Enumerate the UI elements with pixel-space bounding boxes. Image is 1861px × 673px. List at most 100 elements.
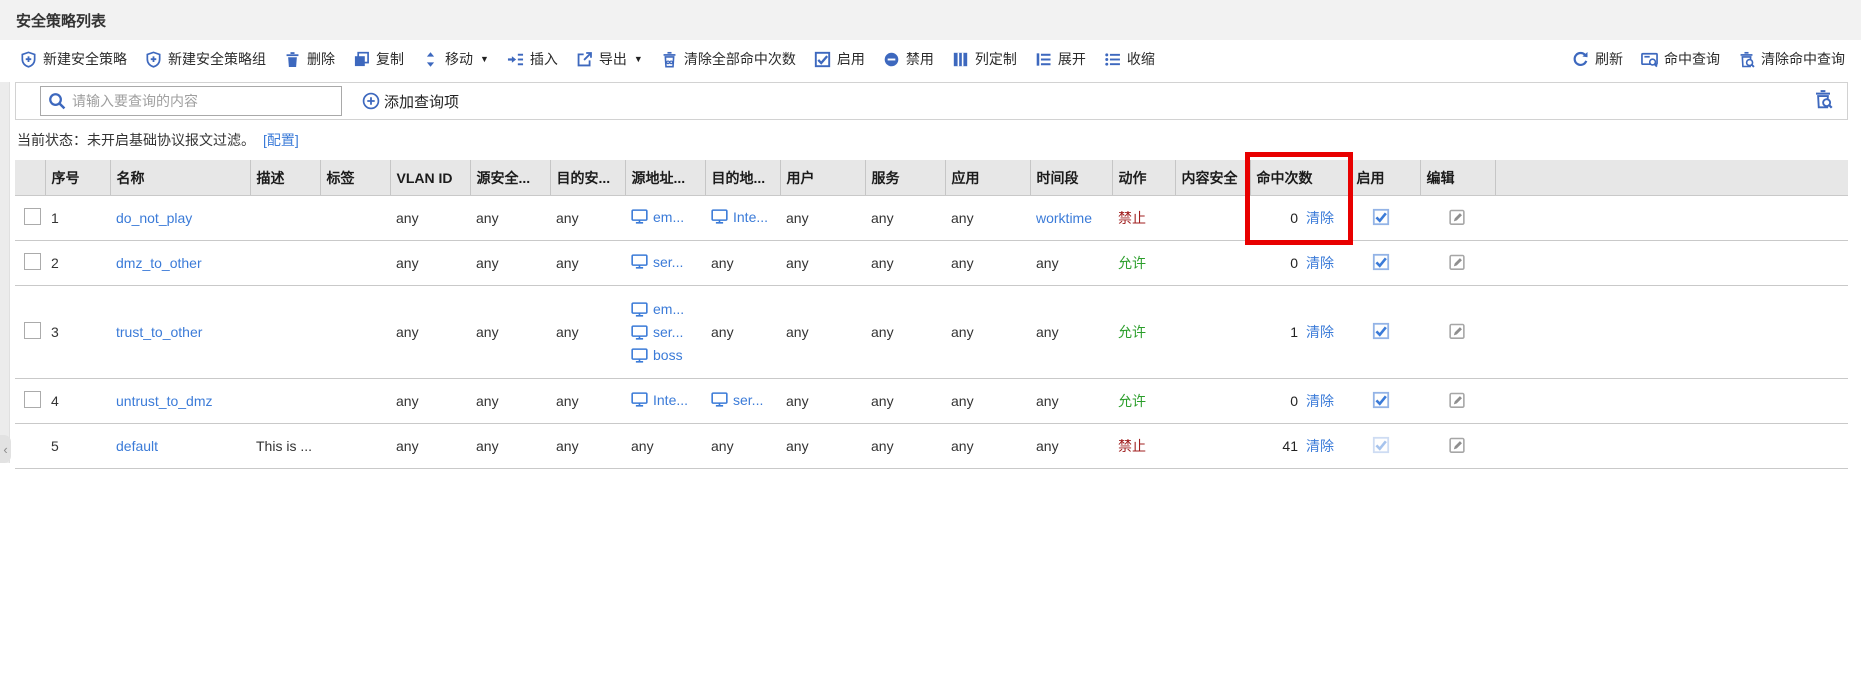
clear-hits-link[interactable]: 清除 [1306, 393, 1334, 409]
insert-button[interactable]: 插入 [507, 49, 558, 69]
cell-service: any [865, 196, 945, 241]
cell-user: any [780, 196, 865, 241]
cell-filler [1495, 379, 1848, 424]
clear-hits-link[interactable]: 清除 [1306, 255, 1334, 271]
copy-icon [353, 51, 370, 68]
toolbar: 新建安全策略 新建安全策略组 删除 复制 移动 ▼ 插入 导出 ▼ 清除全部命中… [0, 40, 1861, 78]
policy-name-link[interactable]: trust_to_other [116, 324, 202, 340]
new-policy-button[interactable]: 新建安全策略 [20, 49, 127, 69]
export-button[interactable]: 导出 ▼ [576, 49, 643, 69]
cell-vlan: any [390, 241, 470, 286]
clear-hits-link[interactable]: 清除 [1306, 438, 1334, 454]
table-row: 1 do_not_play any any any em... Inte... … [15, 196, 1848, 241]
enable-button[interactable]: 启用 [814, 49, 865, 69]
monitor-icon [631, 301, 648, 318]
header-user: 用户 [780, 160, 865, 196]
cell-app: any [945, 379, 1030, 424]
src-address-link[interactable]: ser... [631, 253, 683, 270]
address-label: ser... [653, 254, 683, 270]
disable-button[interactable]: 禁用 [883, 49, 934, 69]
row-checkbox[interactable] [24, 253, 41, 270]
clear-hit-query-button[interactable]: 清除命中查询 [1738, 49, 1845, 69]
dst-address-link[interactable]: ser... [711, 391, 763, 408]
src-address-link[interactable]: Inte... [631, 391, 688, 408]
toolbar-right-group: 刷新 命中查询 清除命中查询 [1554, 49, 1845, 69]
cell-dst-addr: any [705, 286, 780, 379]
refresh-icon [1572, 51, 1589, 68]
clear-all-hits-button[interactable]: 清除全部命中次数 [661, 49, 796, 69]
policy-name-link[interactable]: untrust_to_dmz [116, 393, 213, 409]
enabled-checkbox[interactable] [1372, 208, 1390, 226]
edit-icon[interactable] [1448, 322, 1466, 340]
cell-no: 4 [45, 379, 110, 424]
cell-tag [320, 379, 390, 424]
header-select [15, 160, 45, 196]
header-no: 序号 [45, 160, 110, 196]
search-input[interactable] [66, 93, 341, 109]
cell-src-zone: any [470, 286, 550, 379]
src-address-link[interactable]: ser... [631, 324, 699, 341]
new-policy-group-button[interactable]: 新建安全策略组 [145, 49, 266, 69]
row-checkbox[interactable] [24, 322, 41, 339]
cell-service: any [865, 286, 945, 379]
move-arrows-icon [422, 51, 439, 68]
edit-icon[interactable] [1448, 391, 1466, 409]
address-label: em... [653, 209, 684, 225]
cell-hit-count: 1清除 [1250, 286, 1350, 379]
src-address-link[interactable]: boss [631, 347, 699, 364]
clear-hits-link[interactable]: 清除 [1306, 324, 1334, 340]
enabled-checkbox[interactable] [1372, 253, 1390, 271]
left-panel-strip [0, 82, 10, 463]
copy-button[interactable]: 复制 [353, 49, 404, 69]
cell-src-zone: any [470, 379, 550, 424]
edit-icon[interactable] [1448, 436, 1466, 454]
src-address-list: em... ser... boss [631, 301, 699, 364]
edit-icon[interactable] [1448, 253, 1466, 271]
cell-user: any [780, 379, 865, 424]
policy-name-link[interactable]: default [116, 438, 158, 454]
policy-name-link[interactable]: do_not_play [116, 210, 192, 226]
expand-button[interactable]: 展开 [1035, 49, 1086, 69]
refresh-button[interactable]: 刷新 [1572, 49, 1623, 69]
collapse-button[interactable]: 收缩 [1104, 49, 1155, 69]
src-address-link[interactable]: em... [631, 301, 699, 318]
button-label: 列定制 [975, 49, 1017, 69]
edit-icon[interactable] [1448, 208, 1466, 226]
add-query-button[interactable]: 添加查询项 [362, 91, 459, 112]
panel-collapse-handle[interactable]: ‹ [0, 435, 11, 463]
header-tag: 标签 [320, 160, 390, 196]
caret-down-icon: ▼ [480, 54, 489, 64]
cell-action: 允许 [1112, 379, 1175, 424]
address-label: ser... [733, 392, 763, 408]
address-label: Inte... [653, 392, 688, 408]
config-link[interactable]: [配置] [263, 130, 299, 150]
clear-search-query-button[interactable] [1813, 89, 1833, 114]
time-range-link[interactable]: worktime [1036, 210, 1092, 226]
cell-vlan: any [390, 424, 470, 469]
src-address-link[interactable]: em... [631, 208, 684, 225]
cell-action: 禁止 [1112, 424, 1175, 469]
clear-hits-link[interactable]: 清除 [1306, 210, 1334, 226]
delete-button[interactable]: 删除 [284, 49, 335, 69]
search-section: 添加查询项 [15, 82, 1848, 120]
hit-query-button[interactable]: 命中查询 [1641, 49, 1720, 69]
search-box[interactable] [40, 86, 342, 116]
move-button[interactable]: 移动 ▼ [422, 49, 489, 69]
hit-count-value: 0 [1290, 393, 1298, 409]
table-header-row: 序号 名称 描述 标签 VLAN ID 源安全... 目的安... 源地址...… [15, 160, 1848, 196]
policy-name-link[interactable]: dmz_to_other [116, 255, 202, 271]
cell-filler [1495, 241, 1848, 286]
dst-address-link[interactable]: Inte... [711, 208, 768, 225]
enabled-checkbox[interactable] [1372, 391, 1390, 409]
row-checkbox[interactable] [24, 208, 41, 225]
cell-src-addr: any [625, 424, 705, 469]
clear-hit-query-icon [1738, 51, 1755, 68]
cell-service: any [865, 379, 945, 424]
cell-dst-zone: any [550, 424, 625, 469]
cell-app: any [945, 196, 1030, 241]
enabled-checkbox[interactable] [1372, 322, 1390, 340]
column-customize-button[interactable]: 列定制 [952, 49, 1017, 69]
add-query-label: 添加查询项 [384, 91, 459, 112]
header-name: 名称 [110, 160, 250, 196]
row-checkbox[interactable] [24, 391, 41, 408]
